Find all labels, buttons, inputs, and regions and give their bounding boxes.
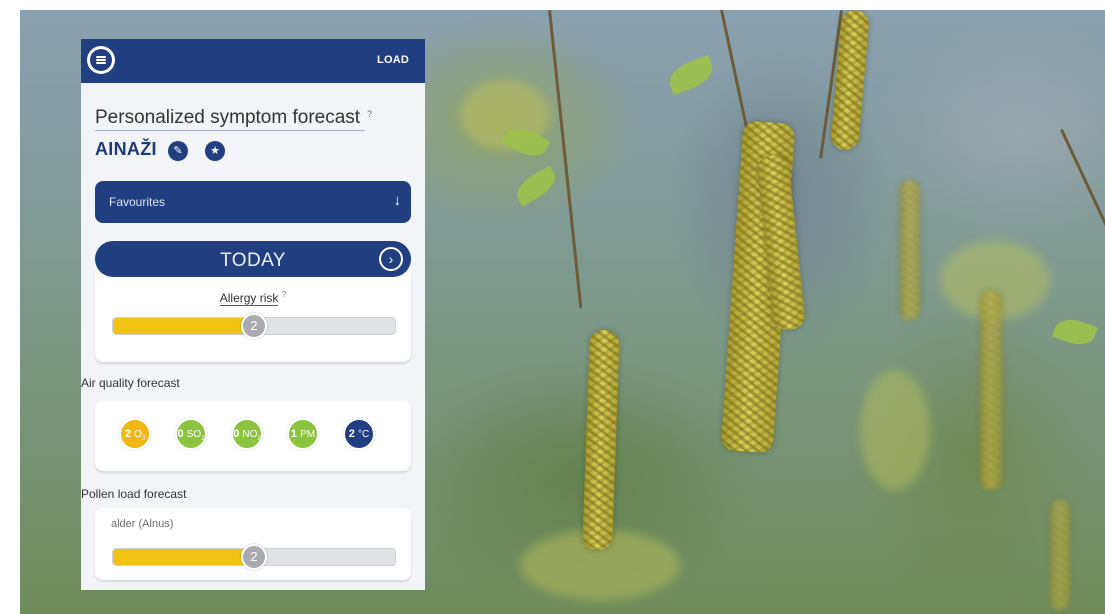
branch (548, 10, 583, 309)
pollen-level-value: 2 (241, 544, 267, 570)
screenshot-frame: LOAD Personalized symptom forecast ? AIN… (0, 0, 1105, 614)
allergy-risk-card: Allergy risk ? 2 (95, 273, 411, 362)
allergy-risk-heading: Allergy risk ? (95, 290, 411, 306)
air-quality-unit: PM (300, 429, 316, 440)
app-panel: LOAD Personalized symptom forecast ? AIN… (81, 39, 425, 590)
allergy-risk-value: 2 (241, 313, 267, 339)
branch (1060, 128, 1105, 312)
leaf (1052, 313, 1098, 351)
air-quality-badge[interactable]: 1 PM (287, 418, 319, 450)
pollen-card: alder (Alnus) 2 (95, 508, 411, 580)
air-quality-unit: °C (357, 429, 370, 440)
air-quality-value: 0 (177, 428, 187, 440)
air-quality-card: 2 O3 0 SO2 0 NO2 1 PM 2 °C (95, 401, 411, 471)
menu-line (96, 59, 106, 61)
pollen-level-fill (113, 549, 254, 565)
favourites-label: Favourites (109, 195, 166, 209)
air-quality-badge[interactable]: 0 SO2 (175, 418, 207, 450)
menu-button-face (90, 49, 112, 71)
location-name: AINAŽI (95, 139, 157, 159)
air-quality-badge[interactable]: 2 O3 (119, 418, 151, 450)
today-tab[interactable]: TODAY › (95, 241, 411, 277)
top-bar: LOAD (81, 39, 425, 83)
allergy-risk-label: Allergy risk (219, 291, 279, 306)
air-quality-value: 2 (124, 428, 135, 440)
air-quality-unit: NO (242, 429, 258, 440)
page-title: Personalized symptom forecast (95, 107, 365, 131)
catkin (900, 180, 920, 320)
hamburger-menu-icon[interactable] (87, 46, 115, 74)
air-quality-title: Air quality forecast (81, 376, 180, 390)
menu-line (96, 62, 106, 64)
catkin (980, 290, 1002, 490)
load-button[interactable]: LOAD (377, 54, 409, 66)
star-icon[interactable]: ★ (205, 141, 225, 161)
pollen-title: Pollen load forecast (81, 487, 187, 501)
air-quality-unit: O (134, 429, 142, 440)
allergy-risk-bar: 2 (112, 313, 396, 339)
air-quality-unit-subscript: 3 (141, 436, 146, 442)
leaf (511, 165, 561, 207)
air-quality-unit-subscript: 2 (257, 436, 261, 442)
catkin (582, 329, 620, 551)
menu-line (96, 56, 106, 58)
pencil-icon[interactable]: ✎ (168, 141, 188, 161)
air-quality-value: 2 (348, 428, 358, 440)
favourites-dropdown[interactable]: Favourites ↓ (95, 181, 411, 223)
title-help-icon[interactable]: ? (367, 109, 372, 119)
leaf (664, 54, 718, 96)
pollen-species-name: alder (Alnus) (111, 518, 174, 530)
chevron-right-circle-icon[interactable]: › (379, 247, 403, 271)
today-label: TODAY (220, 250, 286, 271)
air-quality-unit-subscript: 2 (201, 436, 205, 442)
air-quality-value: 1 (290, 428, 301, 440)
pollen-level-bar: 2 (112, 544, 396, 570)
air-quality-unit: SO (186, 429, 202, 440)
air-quality-badge[interactable]: 0 NO2 (231, 418, 263, 450)
arrow-down-icon: ↓ (393, 192, 402, 209)
blurred-leaf (860, 370, 930, 490)
allergy-risk-fill (113, 318, 254, 334)
catkin (1050, 500, 1070, 610)
allergy-risk-help-icon[interactable]: ? (282, 290, 286, 299)
air-quality-badge[interactable]: 2 °C (343, 418, 375, 450)
